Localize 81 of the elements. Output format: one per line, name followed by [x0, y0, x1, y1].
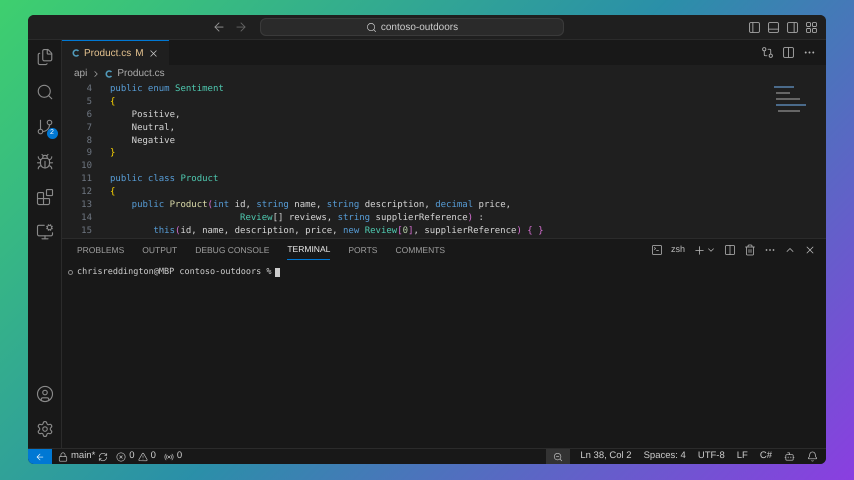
line-number: 8 — [86, 134, 92, 148]
split-terminal-icon[interactable] — [724, 244, 736, 256]
warning-count[interactable]: 0 — [150, 449, 156, 464]
trash-icon[interactable] — [744, 244, 756, 256]
source-control-icon[interactable] — [36, 118, 54, 136]
line-number: 4 — [86, 83, 92, 96]
breadcrumb-item[interactable]: Product.cs — [117, 66, 165, 81]
terminal-prompt: chrisreddington@MBP contoso-outdoors % — [77, 266, 272, 279]
code-line: public Product(int id, string name, string description, decimal price, — [130, 199, 512, 212]
run-debug-icon[interactable] — [36, 153, 54, 171]
search-icon — [366, 22, 377, 32]
branch-name[interactable]: main* — [71, 449, 96, 464]
error-icon — [116, 452, 126, 462]
breadcrumb-item[interactable]: api — [74, 66, 88, 81]
split-editor-icon[interactable] — [782, 46, 795, 59]
back-icon[interactable] — [212, 20, 226, 34]
zoom-indicator[interactable] — [546, 449, 570, 464]
line-number: 14 — [80, 212, 92, 225]
line-number: 10 — [80, 160, 92, 174]
code-line: Neutral, — [130, 122, 176, 135]
shell-name[interactable]: zsh — [670, 243, 685, 257]
copilot-icon[interactable] — [784, 451, 795, 462]
settings-icon[interactable] — [36, 420, 54, 438]
search-icon[interactable] — [36, 83, 54, 101]
compare-changes-icon[interactable] — [761, 46, 774, 59]
csharp-file-icon — [72, 49, 80, 57]
line-number: 15 — [80, 224, 92, 238]
code-line: Positive, — [130, 108, 180, 122]
close-icon[interactable] — [148, 48, 159, 58]
line-number: 13 — [80, 199, 92, 212]
editor-tab[interactable]: Product.cs M — [62, 40, 169, 65]
code-line: Negative — [130, 134, 176, 148]
account-icon[interactable] — [36, 385, 54, 403]
line-number: 5 — [86, 96, 92, 109]
line-number: 12 — [80, 186, 92, 200]
csharp-file-icon — [105, 70, 114, 78]
prompt-marker-icon — [68, 270, 73, 275]
ports-count[interactable]: 0 — [176, 449, 182, 464]
sync-icon[interactable] — [98, 452, 108, 462]
cursor-position[interactable]: Ln 38, Col 2 — [580, 449, 632, 464]
panel-tab[interactable]: OUTPUT — [142, 240, 178, 260]
toggle-panel-icon[interactable] — [767, 20, 780, 34]
terminal-icon[interactable] — [650, 244, 663, 256]
code-line: Review[] reviews, string supplierReference) : — [239, 212, 484, 225]
code-line: public enum Sentiment — [110, 83, 224, 96]
language-mode[interactable]: C# — [760, 449, 772, 464]
code-line: { — [110, 96, 116, 109]
line-number: 6 — [86, 108, 92, 122]
panel-tab[interactable]: TERMINAL — [287, 240, 330, 260]
warning-icon — [138, 452, 148, 462]
layout-icon[interactable] — [805, 20, 818, 34]
code-line: } — [110, 147, 116, 160]
extensions-icon[interactable] — [36, 188, 54, 206]
command-search-field[interactable]: contoso-outdoors — [260, 18, 564, 36]
panel-tab[interactable]: DEBUG CONSOLE — [195, 240, 270, 260]
encoding[interactable]: UTF-8 — [698, 449, 725, 464]
line-number: 11 — [80, 173, 92, 186]
panel-tab[interactable]: COMMENTS — [395, 240, 446, 260]
ports-icon — [164, 452, 174, 462]
panel-tab[interactable]: PORTS — [348, 240, 378, 260]
panel-tab[interactable]: PROBLEMS — [77, 240, 124, 260]
new-terminal-icon[interactable] — [693, 244, 706, 256]
indentation[interactable]: Spaces: 4 — [644, 449, 686, 464]
toggle-sidebar-icon[interactable] — [748, 20, 761, 34]
modified-indicator: M — [135, 46, 144, 60]
zoom-out-icon — [553, 452, 564, 462]
line-number: 9 — [86, 147, 92, 160]
code-line: public class Product — [110, 173, 218, 186]
code-line: this(id, name, description, price, new Review[0], supplierReference) { } — [152, 224, 544, 238]
remote-explorer-icon[interactable] — [36, 223, 54, 241]
explorer-icon[interactable] — [36, 48, 54, 66]
lock-icon[interactable] — [58, 452, 68, 462]
line-ending[interactable]: LF — [736, 449, 748, 464]
code-line: { — [110, 186, 116, 200]
line-number: 7 — [86, 122, 92, 135]
toggle-secondary-sidebar-icon[interactable] — [786, 20, 799, 34]
terminal-cursor — [275, 268, 280, 277]
forward-icon[interactable] — [234, 20, 248, 34]
error-count[interactable]: 0 — [129, 449, 135, 464]
close-icon[interactable] — [804, 244, 816, 256]
notifications-icon[interactable] — [807, 451, 818, 462]
